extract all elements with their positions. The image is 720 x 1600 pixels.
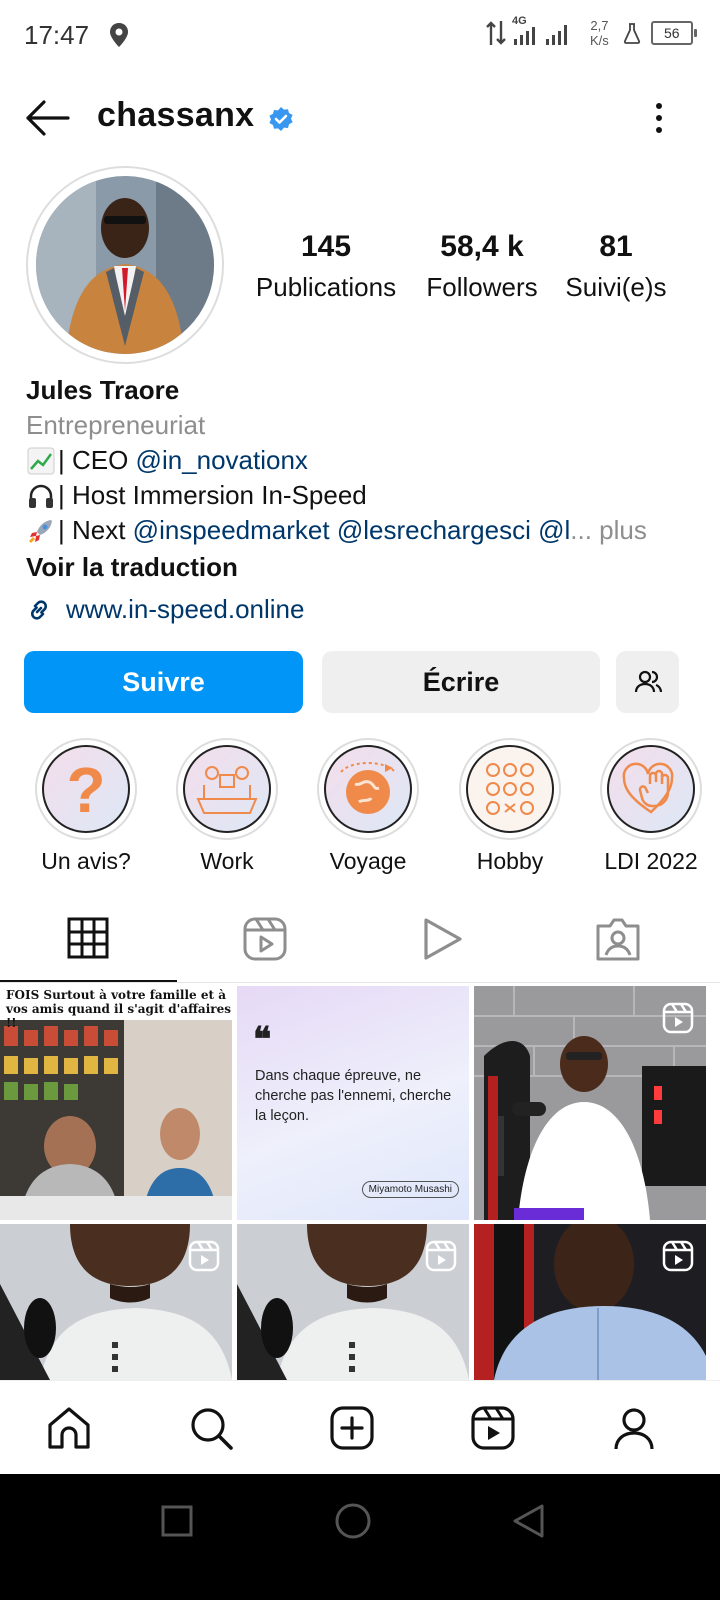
sports-icon — [466, 745, 554, 833]
plus-square-icon — [329, 1405, 375, 1451]
highlight-label: Voyage — [329, 848, 407, 874]
location-icon — [108, 22, 130, 48]
profile-icon — [611, 1405, 657, 1451]
search-icon — [188, 1405, 234, 1451]
highlight-un-avis[interactable]: ? Un avis? — [34, 738, 138, 875]
stat-label: Suivi(e)s — [565, 272, 667, 302]
post-thumbnail[interactable]: ❝ Dans chaque épreuve, ne cherche pas l'… — [237, 986, 469, 1220]
post-thumbnail[interactable] — [237, 1224, 469, 1380]
highlight-work[interactable]: Work — [175, 738, 279, 875]
nav-profile[interactable] — [611, 1405, 657, 1451]
post-thumbnail[interactable] — [474, 1224, 706, 1380]
question-mark-icon: ? — [42, 745, 130, 833]
highlight-hobby[interactable]: Hobby — [458, 738, 562, 875]
stat-value: 81 — [599, 230, 633, 263]
nav-create[interactable] — [329, 1405, 375, 1451]
square-icon — [160, 1504, 194, 1538]
profile-category: Entrepreneuriat — [26, 410, 206, 440]
tab-videos[interactable] — [420, 916, 464, 962]
reel-badge-icon — [662, 1002, 694, 1034]
reel-badge-icon — [188, 1240, 220, 1272]
bio-more-link[interactable]: plus — [592, 515, 647, 546]
flask-icon — [623, 22, 641, 44]
tab-posts-grid[interactable] — [66, 916, 110, 960]
quote-mark: ❝ — [253, 1020, 272, 1060]
highlight-label: Work — [200, 848, 254, 874]
follow-button[interactable]: Suivre — [24, 651, 303, 713]
system-navigation-bar — [0, 1474, 720, 1600]
post-quote-text: Dans chaque épreuve, ne cherche pas l'en… — [255, 1068, 452, 1124]
stat-followers[interactable]: 58,4 k Followers — [420, 230, 544, 303]
globe-plane-icon — [324, 745, 412, 833]
see-translation-link[interactable]: Voir la traduction — [26, 552, 238, 583]
reel-badge-icon — [425, 1240, 457, 1272]
link-url: www.in-speed.online — [66, 594, 305, 624]
signal-icon: 4G — [512, 15, 580, 47]
tabs-divider — [0, 982, 720, 983]
data-transfer-icon — [486, 19, 506, 47]
highlight-label: Un avis? — [41, 848, 131, 874]
back-system-button[interactable] — [510, 1502, 546, 1540]
highlight-label: LDI 2022 — [604, 848, 698, 874]
back-button[interactable] — [24, 96, 70, 140]
post-caption-line: FOIS Surtout à votre famille et à — [6, 988, 226, 1002]
network-speed: 2,7 K/s — [590, 18, 609, 48]
stat-publications[interactable]: 145 Publications — [250, 230, 402, 303]
svg-text:?: ? — [66, 754, 105, 824]
nav-search[interactable] — [188, 1405, 234, 1451]
workspace-icon — [183, 745, 271, 833]
tab-tagged[interactable] — [595, 916, 641, 962]
rocket-icon — [26, 516, 56, 546]
bio-mentions[interactable]: @inspeedmarket @lesrechargesci @l — [133, 515, 571, 546]
status-icons: 4G 2,7 K/s 56 — [486, 15, 697, 48]
network-type: 4G — [512, 15, 527, 27]
profile-link[interactable]: www.in-speed.online — [24, 594, 304, 625]
highlight-label: Hobby — [476, 848, 544, 874]
battery-indicator: 56 — [650, 21, 697, 45]
recent-apps-button[interactable] — [160, 1504, 194, 1538]
nav-home[interactable] — [46, 1405, 92, 1451]
avatar — [36, 176, 214, 354]
bio-mention[interactable]: @in_novationx — [136, 445, 308, 476]
bio-line-1: | CEO @in_novationx — [26, 445, 308, 476]
status-time: 17:47 — [24, 20, 90, 50]
profile-username: chassanx — [97, 96, 255, 134]
post-caption-line: vos amis quand il s'agit d'affaires !! — [6, 1002, 231, 1030]
heart-hand-icon — [607, 745, 695, 833]
tab-reels[interactable] — [242, 916, 288, 962]
post-quote-author: Miyamoto Musashi — [361, 1181, 459, 1198]
post-thumbnail[interactable]: FOIS Surtout à votre famille et à vos am… — [0, 986, 232, 1220]
triangle-back-icon — [510, 1502, 546, 1540]
message-button[interactable]: Écrire — [322, 651, 600, 713]
verified-badge-icon — [268, 106, 294, 132]
headphones-icon — [26, 481, 56, 511]
add-people-icon — [632, 666, 664, 698]
more-options-button[interactable] — [650, 100, 668, 136]
bio-line-2: | Host Immersion In-Speed — [26, 480, 367, 511]
profile-avatar[interactable] — [26, 166, 224, 364]
bottom-navigation — [0, 1380, 720, 1475]
circle-icon — [334, 1502, 372, 1540]
chart-increasing-icon — [26, 446, 56, 476]
highlight-ldi-2022[interactable]: LDI 2022 — [599, 738, 703, 875]
stat-label: Publications — [255, 272, 397, 302]
reel-badge-icon — [662, 1240, 694, 1272]
post-thumbnail[interactable] — [0, 1224, 232, 1380]
reels-icon — [470, 1405, 516, 1451]
stat-value: 58,4 k — [440, 230, 524, 263]
stat-value: 145 — [300, 230, 352, 263]
bio-line-3: | Next @inspeedmarket @lesrechargesci @l… — [26, 515, 647, 546]
stat-label: Followers — [426, 272, 538, 302]
home-system-button[interactable] — [334, 1502, 372, 1540]
home-icon — [46, 1405, 92, 1451]
link-icon — [24, 595, 54, 625]
nav-reels[interactable] — [470, 1405, 516, 1451]
suggested-people-button[interactable] — [616, 651, 679, 713]
post-thumbnail[interactable] — [474, 986, 706, 1220]
highlight-voyage[interactable]: Voyage — [316, 738, 420, 875]
status-bar: 17:47 4G 2,7 K/s 56 — [0, 0, 720, 72]
stat-following[interactable]: 81 Suivi(e)s — [560, 230, 672, 303]
profile-name: Jules Traore — [26, 375, 180, 405]
